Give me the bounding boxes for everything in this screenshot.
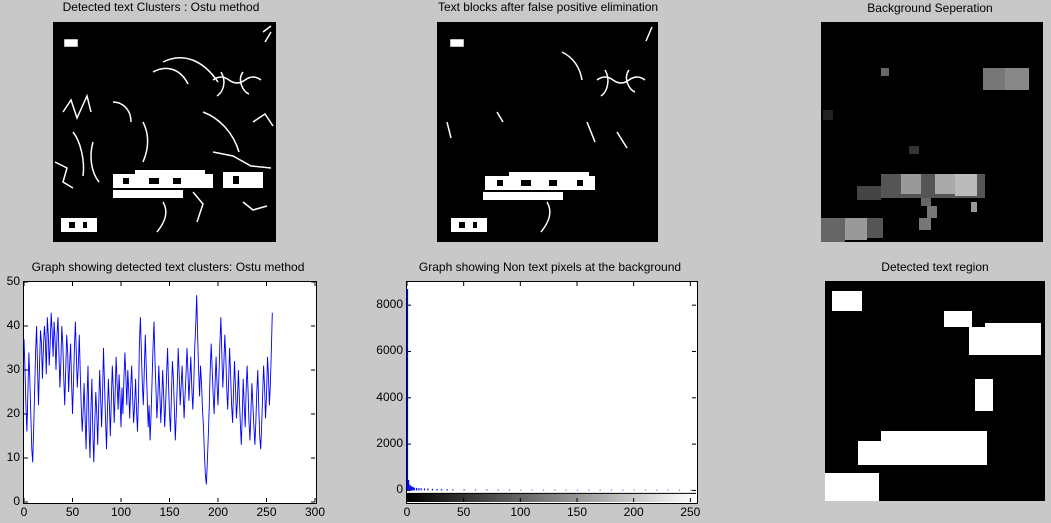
chart2-x-tick-label: 250: [680, 505, 701, 519]
chart2-grayscale-colorbar: [407, 493, 696, 502]
chart2-y-tick-label: 0: [396, 482, 403, 497]
chart1-y-tick-label: 10: [6, 450, 20, 464]
chart2-plot: [406, 282, 696, 502]
chart2-x-tick-label: 100: [510, 505, 531, 519]
chart1-y-tick-label: 0: [13, 494, 20, 508]
chart1-x-tick-label: 300: [304, 505, 326, 519]
chart1-y-tick-label: 40: [6, 318, 20, 332]
chart2-y-tick-label: 6000: [376, 343, 403, 358]
chart1-y-tick-label: 20: [6, 406, 20, 420]
chart2-x-tick-label: 200: [623, 505, 644, 519]
chart2-x-tick-label: 150: [566, 505, 588, 519]
chart1-y-tick-label: 30: [6, 362, 20, 376]
chart1-y-tick-label: 50: [6, 274, 20, 288]
chart2-x-tick-label: 50: [456, 505, 471, 519]
chart2-y-tick-label: 8000: [376, 297, 403, 312]
chart2-y-tick-label: 2000: [376, 436, 403, 451]
chart2-x-tick-label: 0: [403, 505, 411, 519]
chart2-y-tick-label: 4000: [376, 389, 403, 404]
